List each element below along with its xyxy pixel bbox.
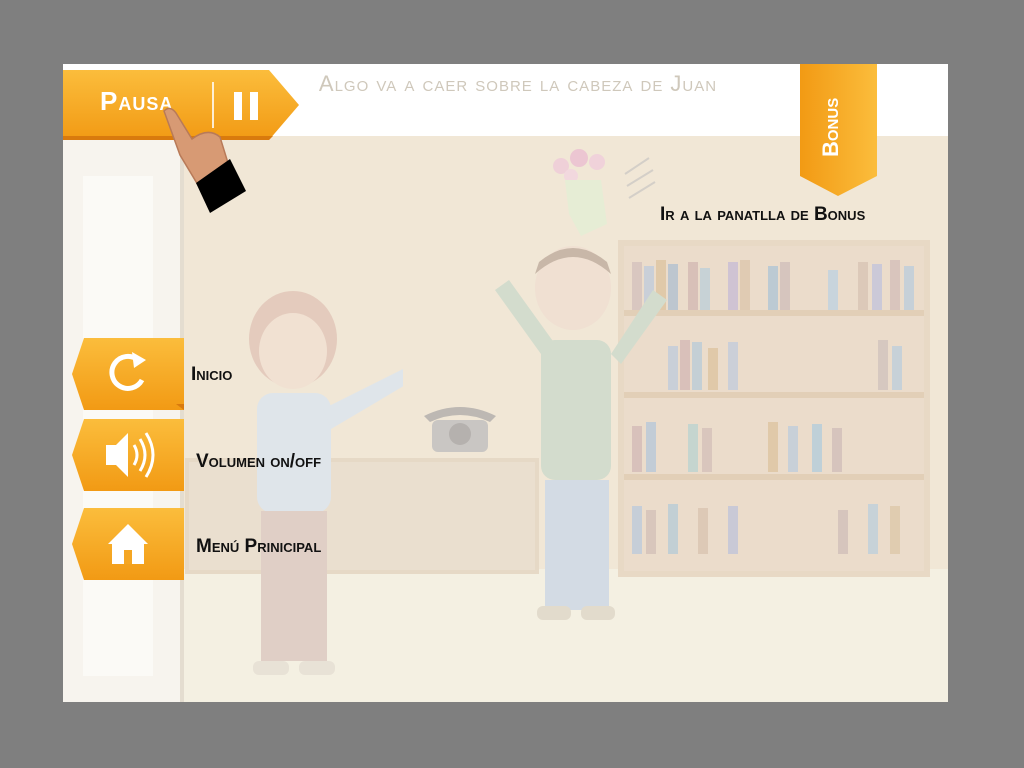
scene-title: Algo va a caer sobre la cabeza de Juan [318, 71, 718, 96]
flowers-illustration [553, 149, 656, 236]
bonus-tab-label[interactable]: Bonus [818, 82, 858, 172]
menu-label-inicio[interactable]: Inicio [191, 364, 232, 386]
juan-character [495, 246, 667, 620]
menu-label-volumen[interactable]: Volumen on/off [196, 451, 321, 473]
home-button[interactable] [72, 508, 184, 580]
bonus-hint-label: Ir a la panatlla de Bonus [660, 204, 866, 225]
menu-label-principal[interactable]: Menú Prinicipal [196, 536, 321, 558]
woman-character [249, 291, 403, 675]
pointer-hand-icon [163, 107, 246, 213]
volume-button[interactable] [72, 419, 184, 491]
restart-button[interactable] [72, 338, 184, 410]
